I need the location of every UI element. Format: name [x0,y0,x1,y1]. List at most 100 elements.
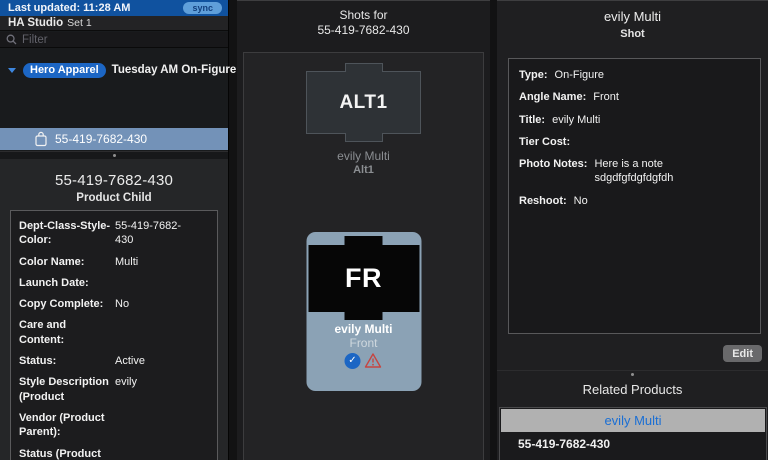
detail-label: Launch Date: [19,276,89,289]
related-products-header: Related Products [582,382,683,397]
warning-icon [364,352,383,369]
detail-row: Tier Cost: [519,135,750,149]
detail-label: Style Description (Product [19,376,109,403]
product-title: 55-419-7682-430 [54,172,174,189]
detail-label: Status: [19,355,57,368]
detail-row: Dept-Class-Style-Color: 55-419-7682-430 [19,219,209,248]
set-name: Set 1 [67,17,92,29]
detail-label: Care and Content: [19,319,67,346]
detail-value [115,447,193,460]
detail-value: Here is a note sdgdfgfdgfdgfdh [594,158,674,185]
detail-value: evily Multi [552,113,601,126]
filter-bar [0,32,228,48]
shot-code: ALT1 [339,91,388,113]
shot-thumbnail: ALT1 [306,71,421,134]
shots-header-line1: Shots for [339,8,388,22]
detail-label: Title: [519,113,546,126]
splitter-handle[interactable] [0,151,228,159]
studio-name: HA Studio [8,17,64,29]
studio-row: HA Studio Set 1 [0,16,228,31]
detail-label: Dept-Class-Style-Color: [19,220,111,247]
detail-label: Type: [519,69,548,81]
tree-item-label: 55-419-7682-430 [55,132,148,146]
splitter-dot [631,373,634,376]
detail-row: Type: On-Figure [519,68,750,82]
shot-details-box: Type: On-Figure Angle Name: Front Title: ev… [508,58,761,334]
detail-row: Launch Date: [19,276,209,290]
shot-status-badges: ✓ [306,352,421,369]
related-products-list: evily Multi 55-419-7682-430 [499,407,767,460]
detail-row: Status (Product Parent): [19,447,209,460]
detail-row: Angle Name: Front [519,90,750,104]
sync-button[interactable]: sync [183,2,222,14]
detail-value: evily [115,376,138,389]
detail-row: Reshoot: No [519,194,750,208]
shot-detail-title: evily Multi [603,9,662,24]
related-product-item[interactable]: 55-419-7682-430 [500,433,766,456]
tree-group-row[interactable]: Hero Apparel Tuesday AM On-Figure [8,62,236,78]
product-subtitle: Product Child [76,192,152,204]
tree-item-product[interactable]: 55-419-7682-430 [0,128,228,150]
product-detail-section: 55-419-7682-430 Product Child Dept-Class… [0,159,228,460]
shot-thumbnail: FR [308,245,419,312]
navigator-panel: Last updated: 11:28 AM sync HA Studio Se… [0,0,236,460]
product-details-box: Dept-Class-Style-Color: 55-419-7682-430 C… [10,210,218,460]
detail-row: Color Name: Multi [19,255,209,269]
shot-code: FR [345,263,382,293]
detail-row: Photo Notes: Here is a note sdgdfgfdgfdgf… [519,157,750,186]
detail-label: Color Name: [19,255,85,268]
detail-value: Multi [115,255,139,268]
detail-label: Status (Product Parent): [19,447,101,460]
detail-row: Copy Complete: No [19,297,209,311]
shots-scroll-area[interactable]: ALT1 evily Multi Alt1 FR evily Multi Fro… [243,52,484,460]
detail-value [115,276,193,290]
shot-card-alt1[interactable]: ALT1 evily Multi Alt1 [244,62,483,176]
card-top-tab [344,63,383,72]
detail-label: Tier Cost: [519,135,571,148]
detail-row: Vendor (Product Parent): [19,411,209,440]
filter-input[interactable] [22,33,202,46]
detail-value: 55-419-7682-430 [115,220,182,247]
detail-value: No [573,194,588,207]
detail-value: On-Figure [554,69,605,81]
detail-label: Photo Notes: [519,158,588,171]
search-icon [6,34,17,45]
splitter-dot [112,154,116,157]
card-bottom-tab [344,133,383,142]
shots-header: Shots for 55-419-7682-430 [237,1,490,38]
edit-button[interactable]: Edit [723,345,762,362]
shots-header-line2: 55-419-7682-430 [317,23,410,37]
shot-angle-name: Alt1 [353,164,374,176]
shot-detail-panel: evily Multi Shot Type: On-Figure Angle Na… [497,0,768,460]
shot-detail-subtitle: Shot [620,28,645,40]
last-updated-text: Last updated: 11:28 AM [8,2,131,14]
detail-label: Copy Complete: [19,298,104,311]
bag-icon [34,131,48,147]
approved-check-icon[interactable]: ✓ [344,352,361,369]
shot-card-front-selected[interactable]: FR evily Multi Front ✓ [306,232,421,391]
detail-value: Front [593,91,619,104]
group-title: Tuesday AM On-Figure [111,64,237,76]
detail-value: Active [115,355,145,368]
group-badge: Hero Apparel [23,62,106,78]
detail-value [115,411,193,440]
detail-label: Reshoot: [519,194,567,207]
detail-row: Status: Active [19,354,209,368]
detail-row: Style Description (Product evily [19,375,209,404]
shot-product-name: evily Multi [337,149,390,163]
detail-label: Angle Name: [519,91,587,104]
detail-row: Care and Content: [19,318,209,347]
shot-angle-name: Front [349,336,378,350]
detail-value: No [115,298,130,311]
detail-label: Vendor (Product Parent): [19,411,105,439]
splitter-handle[interactable] [497,370,768,379]
detail-row: Title: evily Multi [519,113,750,127]
shots-panel: Shots for 55-419-7682-430 ALT1 evily Mul… [237,0,490,460]
product-tree: Hero Apparel Tuesday AM On-Figure 55-419… [0,49,236,151]
shot-product-name: evily Multi [334,322,393,336]
detail-value [115,318,193,347]
card-bottom-tab [344,312,383,320]
chevron-down-icon[interactable] [8,67,16,73]
related-product-selected[interactable]: evily Multi [501,409,765,432]
last-updated-bar: Last updated: 11:28 AM sync [0,0,228,16]
